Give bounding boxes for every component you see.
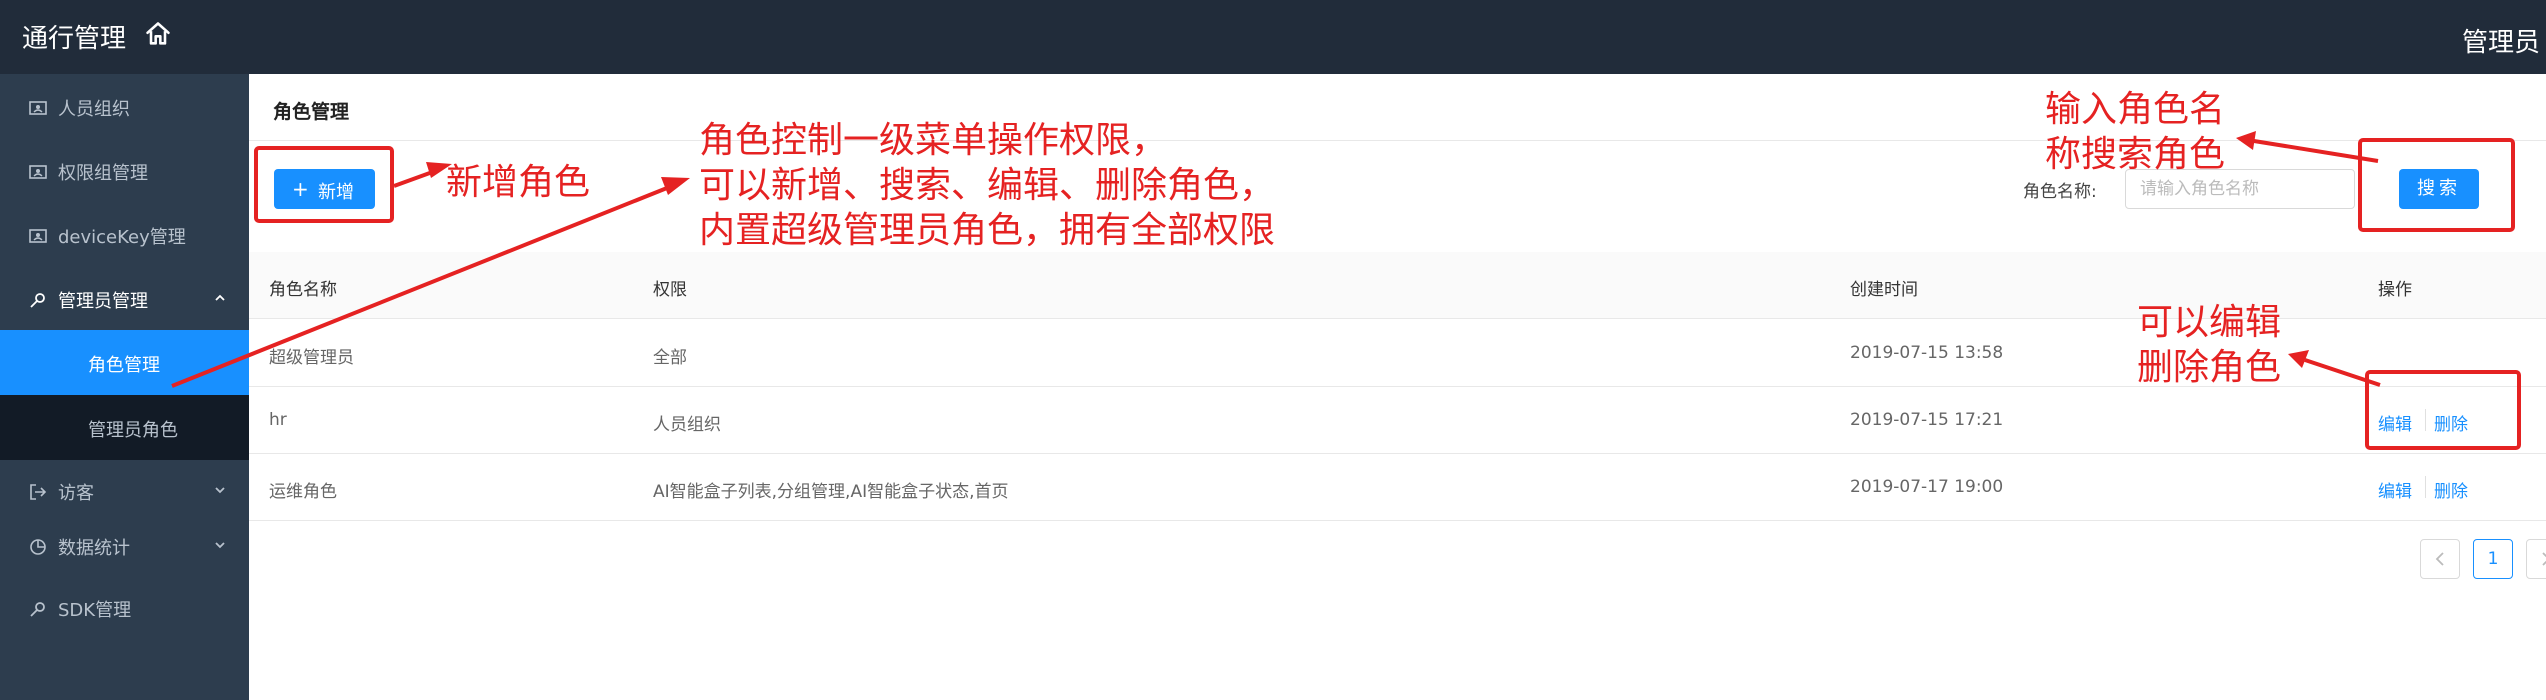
sidebar-item-label: deviceKey管理: [58, 227, 186, 248]
sidebar-item-visitor[interactable]: 访客: [0, 460, 249, 522]
table-row: hr 人员组织 2019-07-15 17:21 编辑 删除: [249, 387, 2546, 454]
divider: [2425, 476, 2426, 498]
sidebar-item-people[interactable]: 人员组织: [0, 76, 249, 138]
submenu-item-role-management[interactable]: 角色管理: [0, 330, 249, 395]
logout-icon: [30, 484, 47, 500]
cell-permissions: 全部: [653, 348, 687, 368]
annotation-edit-hint: 可以编辑 删除角色: [2137, 302, 2282, 388]
pagination-page-current[interactable]: 1: [2473, 539, 2513, 579]
cell-role-name: hr: [269, 410, 287, 430]
key-icon: [30, 602, 45, 617]
chevron-left-icon: [2435, 552, 2444, 566]
user-name[interactable]: 管理员: [2462, 22, 2540, 59]
submenu-item-label: 管理员角色: [88, 420, 178, 441]
table-row: 运维角色 AI智能盒子列表,分组管理,AI智能盒子状态,首页 2019-07-1…: [249, 454, 2546, 521]
annotation-search-hint: 输入角色名 称搜索角色: [2045, 89, 2226, 175]
id-card-icon: [29, 101, 47, 115]
sidebar-item-admin-management[interactable]: 管理员管理: [0, 268, 249, 330]
annotation-add-role: 新增角色: [446, 162, 591, 203]
sidebar-item-label: 数据统计: [58, 538, 130, 559]
chevron-down-icon: [215, 487, 225, 494]
sidebar-item-statistics[interactable]: 数据统计: [0, 515, 249, 577]
sidebar-item-permission-group[interactable]: 权限组管理: [0, 140, 249, 202]
chevron-up-icon: [215, 294, 225, 301]
sidebar-item-label: 权限组管理: [58, 163, 148, 184]
column-header-actions: 操作: [2378, 280, 2412, 300]
page-title: 角色管理: [273, 101, 350, 123]
plus-icon: +: [292, 177, 309, 201]
cell-role-name: 运维角色: [269, 482, 337, 502]
cell-role-name: 超级管理员: [269, 348, 354, 368]
search-label: 角色名称:: [2023, 182, 2097, 202]
divider: [2425, 409, 2426, 431]
admin-submenu: 角色管理 管理员角色: [0, 330, 249, 460]
add-role-button[interactable]: + 新增: [274, 169, 375, 209]
submenu-item-label: 角色管理: [88, 355, 160, 376]
column-header-permissions: 权限: [653, 280, 687, 300]
id-card-icon: [29, 165, 47, 179]
pie-chart-icon: [30, 539, 46, 555]
pagination-next-button[interactable]: [2526, 539, 2546, 579]
edit-link[interactable]: 编辑: [2378, 477, 2412, 502]
edit-link[interactable]: 编辑: [2378, 410, 2412, 435]
key-icon: [30, 293, 45, 308]
column-header-created: 创建时间: [1850, 280, 1918, 300]
cell-permissions: 人员组织: [653, 415, 721, 435]
delete-link[interactable]: 删除: [2434, 410, 2468, 435]
cell-permissions: AI智能盒子列表,分组管理,AI智能盒子状态,首页: [653, 482, 1009, 502]
sidebar-item-label: SDK管理: [58, 600, 132, 621]
chevron-right-icon: [2542, 552, 2546, 566]
submenu-item-admin-role[interactable]: 管理员角色: [0, 395, 249, 460]
sidebar: 人员组织 权限组管理 deviceKey管理 管理员管理 角色管理 管理员角色 …: [0, 74, 249, 700]
annotation-menu-control: 角色控制一级菜单操作权限， 可以新增、搜索、编辑、删除角色， 内置超级管理员角色…: [699, 120, 1276, 251]
sidebar-item-label: 管理员管理: [58, 291, 148, 312]
app-title: 通行管理: [22, 24, 127, 54]
cell-created: 2019-07-15 13:58: [1850, 343, 2004, 363]
sidebar-item-devicekey[interactable]: deviceKey管理: [0, 204, 249, 266]
sidebar-item-label: 人员组织: [58, 99, 130, 120]
id-card-icon: [29, 229, 47, 243]
home-icon[interactable]: [144, 20, 172, 48]
pagination-prev-button[interactable]: [2420, 539, 2460, 579]
top-bar: 通行管理 管理员: [0, 0, 2546, 74]
delete-link[interactable]: 删除: [2434, 477, 2468, 502]
search-button[interactable]: 搜索: [2399, 169, 2479, 209]
column-header-role-name: 角色名称: [269, 280, 337, 300]
sidebar-item-label: 访客: [58, 483, 94, 504]
chevron-down-icon: [215, 542, 225, 549]
sidebar-item-sdk[interactable]: SDK管理: [0, 577, 249, 639]
cell-created: 2019-07-15 17:21: [1850, 410, 2004, 430]
cell-created: 2019-07-17 19:00: [1850, 477, 2004, 497]
